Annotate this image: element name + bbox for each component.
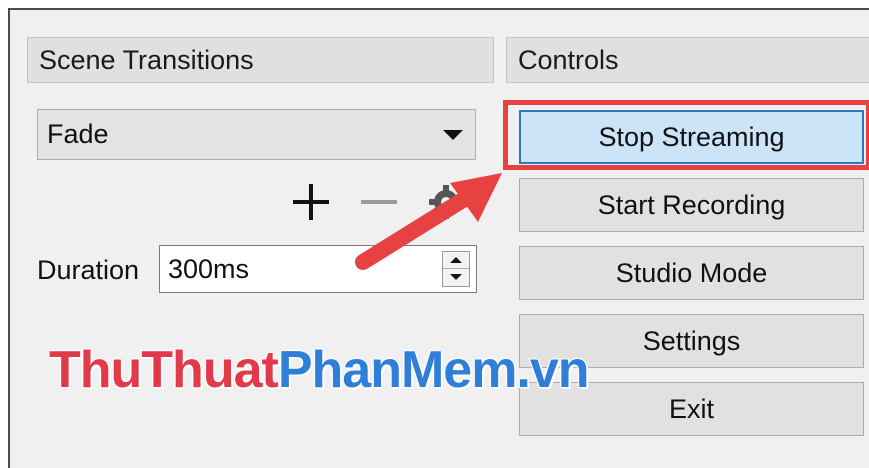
controls-title: Controls <box>518 45 619 75</box>
stop-streaming-button[interactable]: Stop Streaming <box>519 110 864 164</box>
watermark-part-1: ThuThuat <box>48 340 280 400</box>
duration-stepper[interactable] <box>442 251 470 287</box>
watermark-part-2: PhanMem.vn <box>277 340 591 400</box>
controls-header: Controls <box>506 37 869 83</box>
scene-transitions-header: Scene Transitions <box>27 37 494 83</box>
add-icon[interactable] <box>291 182 331 222</box>
watermark-logo: ThuThuatPhanMem.vn <box>48 340 591 400</box>
spin-up-icon[interactable] <box>443 252 469 269</box>
duration-spinbox[interactable]: 300ms <box>159 245 477 293</box>
studio-mode-button[interactable]: Studio Mode <box>519 246 864 300</box>
scene-transitions-title: Scene Transitions <box>39 45 254 75</box>
spin-down-icon[interactable] <box>443 269 469 286</box>
transition-select[interactable]: Fade <box>37 109 476 160</box>
duration-value: 300ms <box>168 254 250 284</box>
duration-label: Duration <box>37 255 140 285</box>
remove-icon[interactable] <box>359 182 399 222</box>
start-recording-button[interactable]: Start Recording <box>519 178 864 232</box>
gear-icon[interactable] <box>426 182 466 222</box>
dropdown-arrow-icon <box>443 130 463 140</box>
transition-select-value: Fade <box>47 119 109 149</box>
